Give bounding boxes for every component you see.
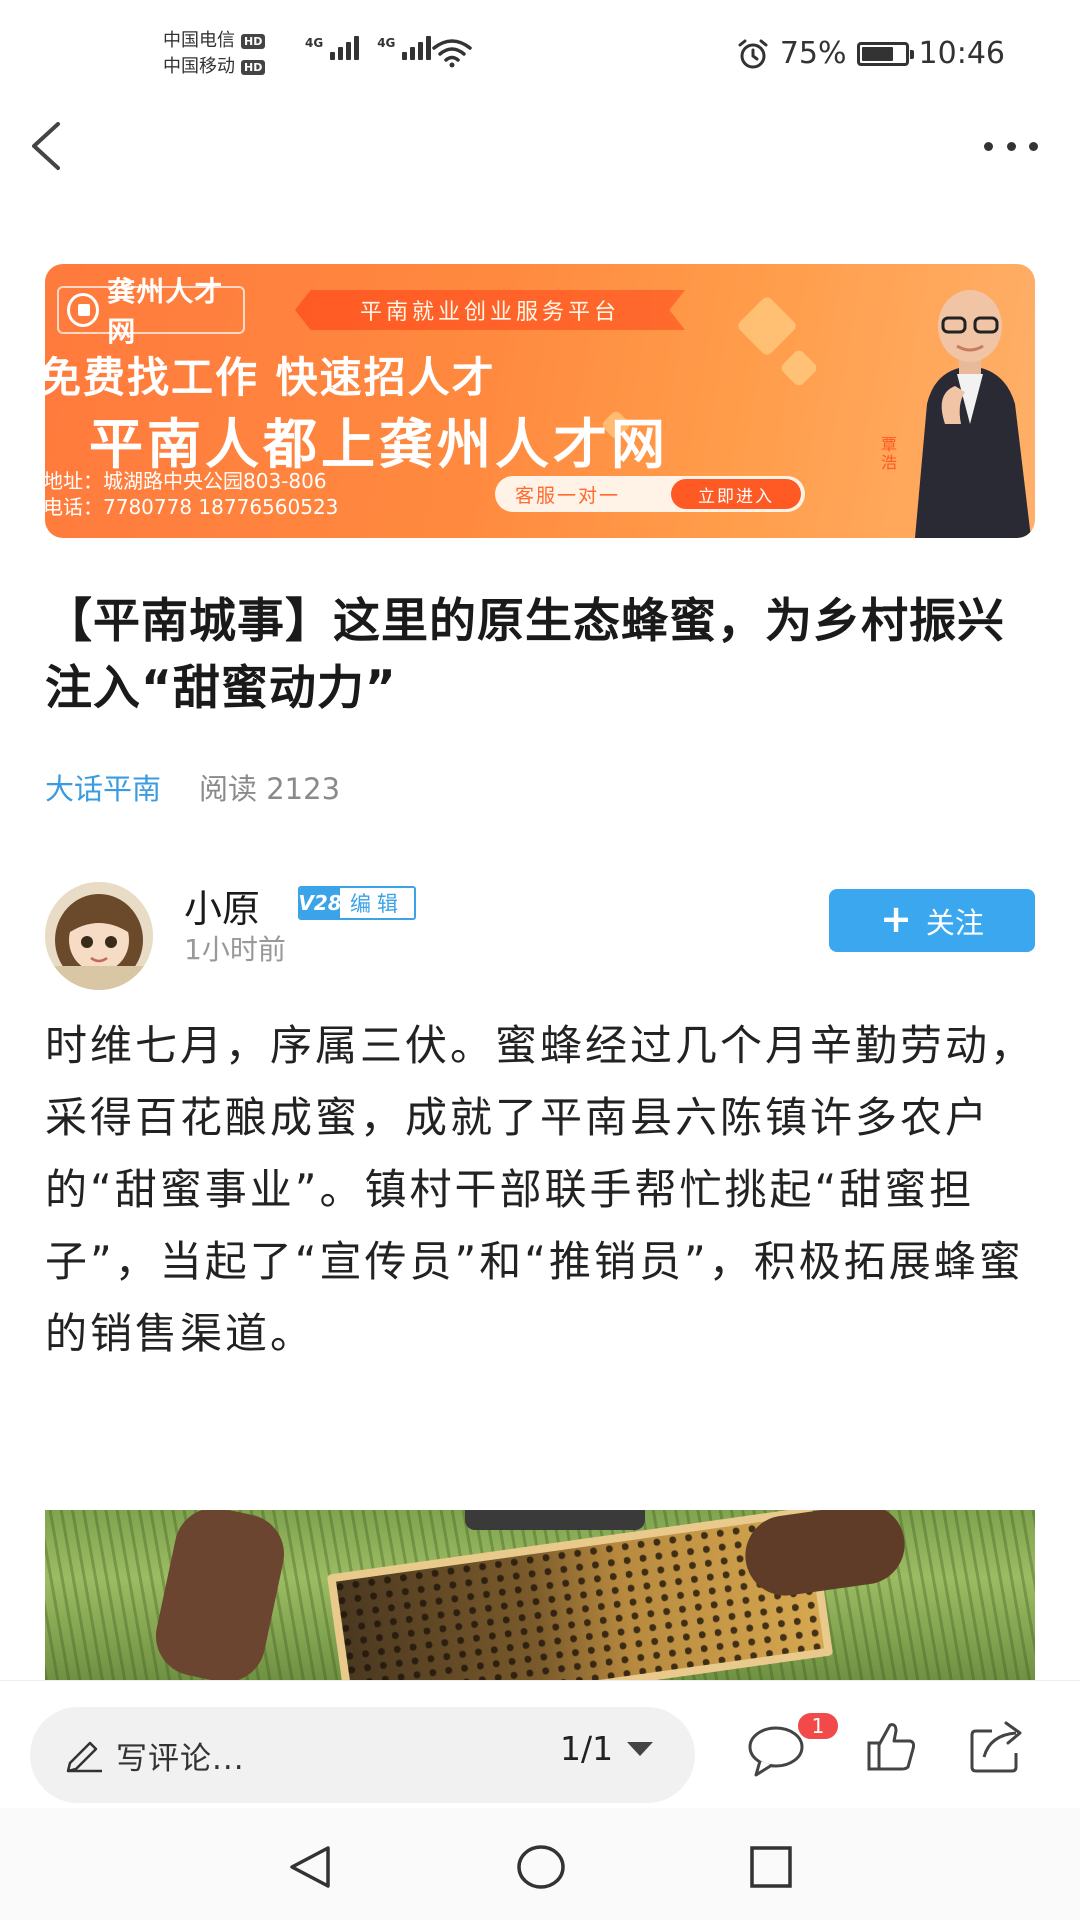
page-indicator-text: 1/1 [560,1729,614,1768]
chevron-down-icon [627,1741,654,1756]
article-title: 【平南城事】这里的原生态蜂蜜，为乡村振兴注入“甜蜜动力” [45,594,1005,716]
role-badge: 编辑 [340,888,414,918]
carrier-info: 中国电信 HD 中国移动 HD [163,28,266,80]
spokesperson-image [915,290,1031,538]
avatar[interactable] [45,882,153,990]
logo-icon [67,293,100,327]
hd-badge: HD [241,59,266,75]
wifi-icon [432,39,472,68]
article-meta: 大话平南 阅读 2123 [45,766,340,808]
like-icon[interactable] [866,1719,918,1775]
more-dot-icon [984,141,993,151]
battery-icon [856,41,914,66]
carrier-1: 中国电信 [163,30,235,51]
banner-headline: 免费找工作 快速招人才 [45,353,496,402]
source-link[interactable]: 大话平南 [45,766,161,808]
system-home-icon[interactable] [516,1844,566,1890]
banner-contact: 地址：城湖路中央公园803-806 电话：7780778 18776560523 [45,468,338,520]
comment-placeholder: 写评论... [116,1740,245,1777]
bottom-action-bar: 写评论... 1/1 1 [0,1680,1080,1808]
page-indicator[interactable]: 1/1 [560,1729,654,1768]
more-dot-icon [1006,141,1016,151]
system-recents-icon[interactable] [748,1844,794,1890]
signal-icon: 4G [377,36,432,60]
share-icon[interactable] [968,1719,1026,1775]
clock: 10:46 [918,36,1005,71]
banner-service-pill[interactable]: 客服一对一 立即进入 [495,476,805,512]
post-time: 1小时前 [184,933,286,966]
signal-indicators: 4G 4G [305,36,432,60]
alarm-icon [738,39,768,68]
ad-banner[interactable]: 龚州人才网 平南就业创业服务平台 免费找工作 快速招人才 平南人都上龚州人才网 … [45,264,1035,538]
banner-logo-text: 龚州人才网 [107,275,224,348]
banner-person-name: 覃浩 [881,435,898,472]
more-dot-icon [1029,141,1038,151]
back-button[interactable] [28,118,68,174]
battery-percent: 75% [779,36,847,71]
follow-label: 关注 [925,905,984,940]
system-back-icon[interactable] [286,1844,334,1890]
banner-logo: 龚州人才网 [57,275,245,348]
author-name[interactable]: 小原 [184,878,260,933]
more-options-button[interactable] [984,132,1038,160]
author-badge: V28 编辑 [298,886,416,920]
status-right: 75% 10:46 [736,36,1005,71]
hd-badge: HD [241,33,266,49]
article-image[interactable] [45,1510,1035,1680]
status-bar: 中国电信 HD 中国移动 HD 4G 4G 75% 10:46 [0,0,1080,110]
follow-button[interactable]: + 关注 [829,889,1035,952]
signal-icon: 4G [305,36,360,60]
banner-enter-button[interactable]: 立即进入 [671,479,801,509]
pen-icon [66,1741,102,1773]
level-badge: V28 [300,888,342,918]
banner-tag: 平南就业创业服务平台 [295,290,685,330]
plus-icon: + [880,896,912,941]
banner-address: 地址：城湖路中央公园803-806 [45,469,327,493]
banner-service-label: 客服一对一 [515,484,621,507]
system-navigation-bar [0,1808,1080,1920]
banner-phone: 电话：7780778 18776560523 [45,495,339,519]
article-body: 时维七月，序属三伏。蜜蜂经过几个月辛勤劳动，采得百花酿成蜜，成就了平南县六陈镇许… [45,1021,1036,1358]
carrier-2: 中国移动 [163,56,235,77]
read-count: 阅读 2123 [199,772,341,806]
comment-count-badge: 1 [796,1711,840,1741]
